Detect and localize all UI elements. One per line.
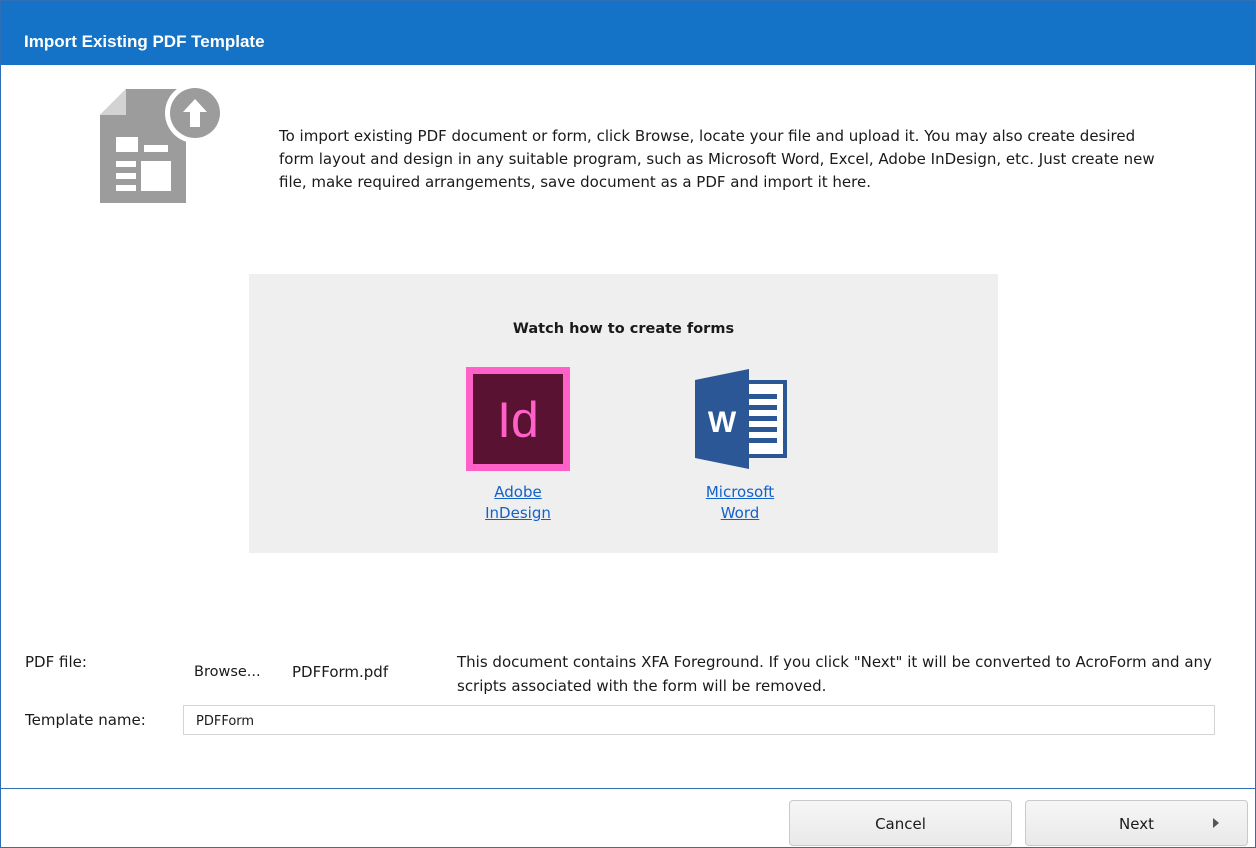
watch-title: Watch how to create forms: [512, 321, 735, 337]
word-label-line1: Microsoft: [705, 483, 775, 501]
browse-button[interactable]: Browse...: [194, 664, 261, 680]
word-icon-text: W: [708, 406, 737, 439]
xfa-warning-message: This document contains XFA Foreground. I…: [457, 653, 1212, 695]
next-button[interactable]: Next: [1025, 800, 1248, 846]
file-name: PDFForm.pdf: [292, 663, 389, 681]
word-label-line2: Word: [720, 504, 760, 522]
dialog-title: Import Existing PDF Template: [24, 32, 265, 51]
template-name-label: Template name:: [25, 711, 146, 729]
template-name-input[interactable]: [183, 705, 1215, 735]
watch-panel: Watch how to create forms Id Adobe InDes…: [249, 274, 998, 553]
cancel-button[interactable]: Cancel: [789, 800, 1012, 846]
cancel-button-label: Cancel: [875, 815, 926, 833]
indesign-icon-text: Id: [497, 392, 539, 448]
title-bar: Import Existing PDF Template: [1, 1, 1255, 65]
intro-text: To import existing PDF document or form,…: [279, 127, 1155, 191]
indesign-label-line2: InDesign: [485, 504, 551, 522]
pdf-file-label: PDF file:: [25, 653, 87, 671]
document-upload-icon: [100, 83, 225, 203]
adobe-indesign-icon[interactable]: Id: [466, 367, 570, 471]
import-pdf-dialog: Import Existing PDF Template To import e…: [0, 0, 1256, 848]
microsoft-word-icon[interactable]: W: [685, 367, 795, 471]
app-adobe-indesign: Id Adobe InDesign: [463, 367, 573, 524]
link-adobe-indesign[interactable]: Adobe InDesign: [463, 482, 573, 524]
app-microsoft-word: W Microsoft Word: [685, 367, 795, 524]
footer-divider: [1, 788, 1255, 789]
link-microsoft-word[interactable]: Microsoft Word: [685, 482, 795, 524]
indesign-label-line1: Adobe: [494, 483, 542, 501]
next-arrow-icon: [1213, 818, 1219, 828]
